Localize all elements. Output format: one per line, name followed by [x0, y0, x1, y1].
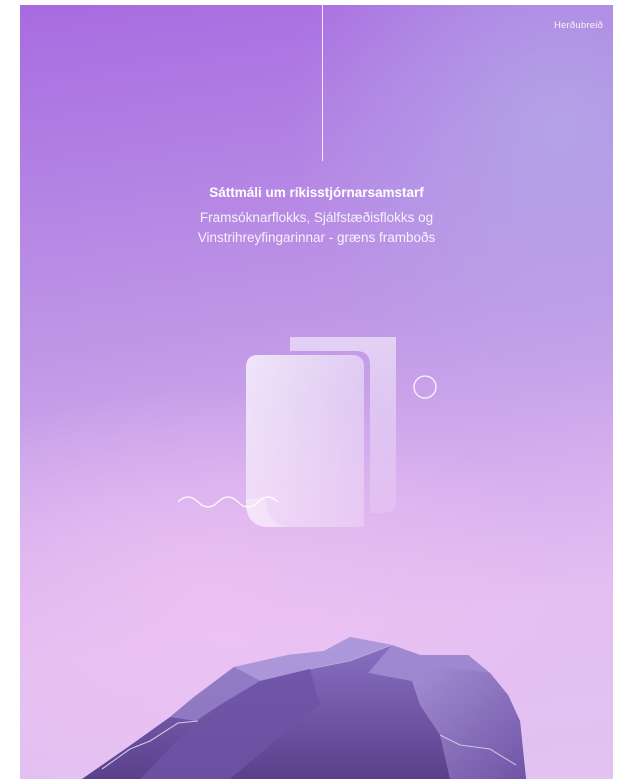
cover-illustration: [82, 337, 526, 779]
document-pages-illustration: [246, 337, 396, 527]
circle-icon: [413, 375, 437, 399]
cover-page: Herðubreið Sáttmáli um ríkisstjórnarsams…: [20, 5, 613, 779]
mountain-illustration: [82, 637, 526, 779]
